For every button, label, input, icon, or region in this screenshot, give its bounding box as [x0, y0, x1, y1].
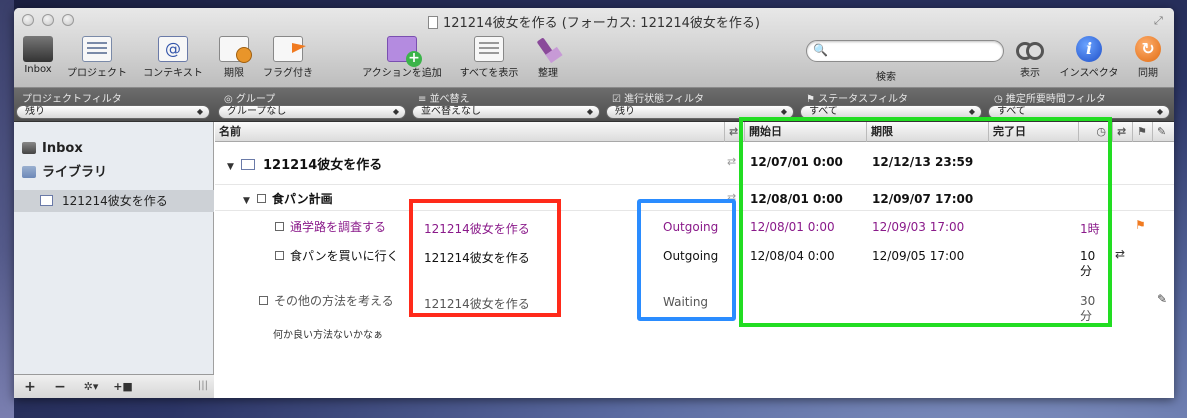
inbox-button[interactable]: Inbox — [20, 36, 56, 75]
search-label: 検索 — [876, 72, 896, 83]
group-filter-select[interactable]: グループなし ◆ — [218, 105, 406, 119]
column-name[interactable]: 名前 — [215, 122, 725, 142]
add-button[interactable]: + — [20, 378, 40, 396]
repeat-icon: ⇄ — [727, 155, 737, 168]
sidebar-bottom-bar: + − ✲▾ +■ ||| — [14, 374, 214, 398]
task-row-name[interactable]: その他の方法を考える — [259, 292, 394, 309]
sidebar-item-project[interactable]: 121214彼女を作る — [14, 190, 214, 212]
desktop-background — [0, 0, 14, 418]
task-checkbox[interactable] — [259, 296, 268, 305]
note-icon[interactable]: ✎ — [1157, 292, 1167, 306]
group-row-name[interactable]: ▼ 食パン計画 — [243, 190, 333, 207]
info-icon: i — [1076, 36, 1102, 62]
note-column-icon[interactable]: ✎ — [1153, 122, 1174, 142]
disclosure-triangle-icon[interactable]: ▼ — [227, 162, 237, 172]
sidebar-item-library[interactable]: ライブラリ — [14, 162, 214, 184]
projects-button[interactable]: プロジェクト — [62, 36, 132, 79]
task-checkbox[interactable] — [275, 251, 284, 260]
task-row-name[interactable]: 食パンを買いに行く — [275, 247, 399, 264]
project-filter-select[interactable]: 残り ◆ — [16, 105, 210, 119]
clock-icon — [219, 36, 252, 63]
repeat-column-icon[interactable]: ⇄ — [1113, 122, 1133, 142]
task-note[interactable]: 何か良い方法ないかなぁ — [273, 326, 383, 341]
app-window: 121214彼女を作る (フォーカス: 121214彼女を作る) ⤢ Inbox… — [14, 8, 1174, 398]
contexts-button[interactable]: @ コンテキスト — [138, 36, 208, 79]
sort-filter-select[interactable]: 並べ替えなし ◆ — [412, 105, 600, 119]
view-button[interactable]: 表示 — [1010, 36, 1050, 79]
annotation-green-box — [739, 117, 1112, 327]
contexts-icon: @ — [158, 36, 188, 62]
flag-icon — [273, 36, 303, 62]
clock-small-icon: ◷ — [994, 94, 1006, 105]
select-arrows-icon: ◆ — [392, 107, 399, 116]
flagged-button[interactable]: フラグ付き — [258, 36, 318, 79]
sidebar-item-inbox[interactable]: Inbox — [14, 138, 214, 160]
due-button[interactable]: 期限 — [214, 36, 254, 79]
project-icon — [40, 195, 53, 206]
document-icon — [427, 16, 438, 29]
task-row-name[interactable]: 通学路を調査する — [275, 218, 386, 235]
binoculars-icon — [1015, 36, 1045, 62]
add-action-icon — [387, 36, 422, 67]
broom-icon — [533, 36, 563, 62]
sidebar: Inbox ライブラリ 121214彼女を作る + − ✲▾ +■ ||| — [14, 122, 214, 398]
select-arrows-icon: ◆ — [196, 107, 203, 116]
show-all-icon — [474, 36, 504, 62]
projects-icon — [82, 36, 112, 62]
select-arrows-icon: ◆ — [1156, 107, 1163, 116]
group-filter: ◎ グループ グループなし ◆ — [216, 88, 410, 122]
gear-menu-button[interactable]: ✲▾ — [78, 378, 104, 396]
remove-button[interactable]: − — [50, 378, 70, 396]
inbox-icon — [22, 142, 36, 154]
sync-icon: ↻ — [1135, 36, 1161, 62]
disclosure-triangle-icon[interactable]: ▼ — [243, 196, 253, 206]
search-input[interactable]: 🔍 — [806, 40, 1004, 62]
project-filter: プロジェクトフィルタ 残り ◆ — [14, 88, 214, 122]
project-icon — [241, 159, 255, 170]
add-action-button[interactable]: アクションを追加 — [356, 36, 448, 79]
annotation-red-box — [409, 199, 561, 317]
window-title: 121214彼女を作る (フォーカス: 121214彼女を作る) — [14, 12, 1174, 31]
sync-button[interactable]: ↻ 同期 — [1128, 36, 1168, 79]
inbox-tray-icon — [23, 36, 53, 62]
annotation-blue-box — [637, 199, 736, 321]
task-checkbox[interactable] — [275, 222, 284, 231]
inspector-button[interactable]: i インスペクタ — [1054, 36, 1124, 79]
group-icon: ◎ — [224, 94, 236, 105]
titlebar: 121214彼女を作る (フォーカス: 121214彼女を作る) ⤢ Inbox… — [14, 8, 1174, 88]
flag-icon[interactable]: ⚑ — [1135, 218, 1146, 232]
show-all-button[interactable]: すべてを表示 — [454, 36, 524, 79]
checkbox-icon: ☑ — [612, 94, 625, 105]
repeat-icon: ⇄ — [1115, 247, 1126, 261]
search-icon: 🔍 — [813, 43, 828, 57]
sort-icon: ≡ — [418, 94, 430, 105]
folder-icon — [22, 166, 36, 178]
select-arrows-icon: ◆ — [586, 107, 593, 116]
flag-outline-icon: ⚑ — [806, 94, 819, 105]
fullscreen-icon[interactable]: ⤢ — [1154, 14, 1166, 27]
group-checkbox[interactable] — [257, 194, 266, 203]
add-folder-button[interactable]: +■ — [110, 378, 136, 396]
flag-column-icon[interactable]: ⚑ — [1133, 122, 1153, 142]
sort-filter: ≡ 並べ替え 並べ替えなし ◆ — [410, 88, 604, 122]
clean-up-button[interactable]: 整理 — [530, 36, 566, 79]
project-row-name[interactable]: ▼ 121214彼女を作る — [227, 154, 382, 173]
resize-grip-icon[interactable]: ||| — [198, 380, 208, 391]
